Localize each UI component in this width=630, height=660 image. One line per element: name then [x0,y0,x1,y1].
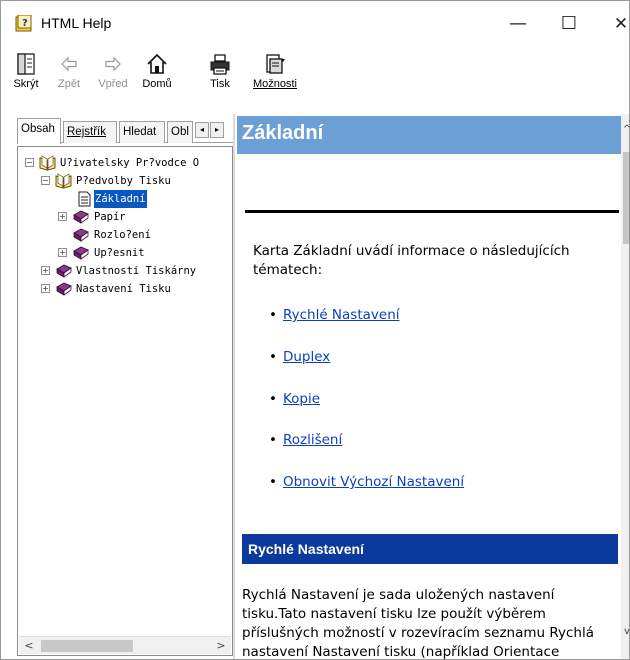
print-label: Tisk [210,78,230,90]
contents-tree[interactable]: − U?ivatelsky Pr?vodce O − P?edvolby Tis… [17,146,233,656]
link-duplex[interactable]: Duplex [283,349,330,365]
collapse-toggle[interactable]: − [25,158,34,167]
tree-item-advanced[interactable]: + Up?esnit [18,244,232,262]
tree-label: U?ivatelsky Pr?vodce O [60,157,200,169]
hide-label: Skrýt [13,78,39,90]
forward-button[interactable]: Vpřed [91,53,135,90]
open-book-icon [55,173,72,189]
home-icon [147,53,167,74]
content-pane: Základní Karta Základní uvádí informace … [233,114,629,660]
title-bar[interactable]: ? HTML Help — ☐ ✕ [1,1,629,45]
expand-toggle[interactable]: + [58,212,67,221]
section-heading: Rychlé Nastavení [242,534,618,564]
scroll-up-button[interactable]: ^ [621,122,629,138]
tree-item-layout[interactable]: Rozlo?ení [18,226,232,244]
help-app-icon: ? [15,15,32,32]
link-item: • Rozlišení [269,431,342,449]
collapse-toggle[interactable]: − [41,176,50,185]
link-resolution[interactable]: Rozlišení [283,432,342,448]
tab-search[interactable]: Hledat [119,121,165,143]
intro-text: Karta Základní uvádí informace o následu… [253,243,570,278]
link-item: • Obnovit Výchozí Nastavení [269,473,464,491]
printer-icon [210,54,230,75]
topic-header: Základní [237,116,621,154]
tree-item-print-preferences[interactable]: − P?edvolby Tisku [18,172,232,190]
tree-item-printer-properties[interactable]: + Vlastnosti Tiskárny [18,262,232,280]
tree-label: Základní [94,190,147,208]
expand-toggle[interactable]: + [41,284,50,293]
tree-horizontal-scrollbar[interactable]: < > [19,636,231,654]
link-item: • Duplex [269,348,330,366]
tree-label: Nastavení Tisku [76,283,171,295]
scroll-thumb[interactable] [41,640,133,652]
scroll-thumb[interactable] [623,152,629,244]
print-button[interactable]: Tisk [205,53,235,90]
home-button[interactable]: Domů [137,53,177,90]
link-copies[interactable]: Kopie [283,391,320,407]
back-button[interactable]: Zpět [49,53,89,90]
back-arrow-icon [61,56,77,72]
scroll-down-button[interactable]: v [621,624,629,640]
back-label: Zpět [57,78,80,90]
window-title: HTML Help [41,15,112,31]
toolbar: Skrýt Zpět Vpřed Domů Tisk Možnosti [1,45,629,103]
open-book-icon [39,155,56,171]
closed-book-icon [56,282,72,296]
options-icon [266,54,285,74]
bullet: • [269,391,277,407]
topic-body: Karta Základní uvádí informace o následu… [237,154,621,660]
tree-label: Rozlo?ení [94,229,151,241]
tab-favorites[interactable]: Obl [167,121,193,143]
expand-toggle[interactable]: + [41,266,50,275]
tab-scroll-left-button[interactable]: ◂ [195,122,209,138]
closed-book-icon [73,210,89,224]
expand-toggle[interactable]: + [58,248,67,257]
nav-tabs: Obsah Rejstřík Hledat Obl ◂ ▸ [17,118,233,144]
tree-item-user-guide[interactable]: − U?ivatelsky Pr?vodce O [18,154,232,172]
options-label: Možnosti [252,78,298,90]
close-button[interactable]: ✕ [599,9,629,39]
tree-item-basic[interactable]: Základní [18,190,232,208]
bullet: • [269,307,277,323]
hide-button[interactable]: Skrýt [11,53,41,90]
svg-text:?: ? [22,18,28,29]
closed-book-icon [56,264,72,278]
tree-label: Vlastnosti Tiskárny [76,265,197,277]
scroll-left-button[interactable]: < [21,638,37,654]
tab-scroll-right-button[interactable]: ▸ [210,122,224,138]
maximize-button[interactable]: ☐ [547,9,591,39]
minimize-button[interactable]: — [496,9,540,39]
page-icon [78,191,91,207]
scroll-right-button[interactable]: > [213,638,229,654]
tree-item-paper[interactable]: + Papír [18,208,232,226]
tab-contents[interactable]: Obsah [17,118,61,144]
closed-book-icon [73,228,89,242]
options-button[interactable]: Možnosti [247,53,303,90]
section-text: Rychlá Nastavení je sada uložených nasta… [242,587,594,660]
content-vertical-scrollbar[interactable]: ^ v [621,114,629,659]
tree-label: P?edvolby Tisku [76,175,171,187]
closed-book-icon [73,246,89,260]
bullet: • [269,349,277,365]
tree-label: Up?esnit [94,247,145,259]
forward-arrow-icon [105,56,121,72]
link-item: • Kopie [269,390,320,408]
bullet: • [269,432,277,448]
tab-index[interactable]: Rejstřík [63,121,117,143]
link-restore-defaults[interactable]: Obnovit Výchozí Nastavení [283,474,464,490]
bullet: • [269,474,277,490]
tree-label: Papír [94,211,126,223]
forward-label: Vpřed [98,78,128,90]
home-label: Domů [142,78,172,90]
link-item: • Rychlé Nastavení [269,306,400,324]
link-quick-settings[interactable]: Rychlé Nastavení [283,307,400,323]
hide-pane-icon [17,53,35,75]
tree-item-print-settings[interactable]: + Nastavení Tisku [18,280,232,298]
horizontal-rule [245,210,619,213]
navigation-pane: Obsah Rejstřík Hledat Obl ◂ ▸ − U?ivatel… [17,118,233,656]
html-help-window: ? HTML Help — ☐ ✕ Skrýt Zpět Vpřed Domů … [0,0,630,660]
